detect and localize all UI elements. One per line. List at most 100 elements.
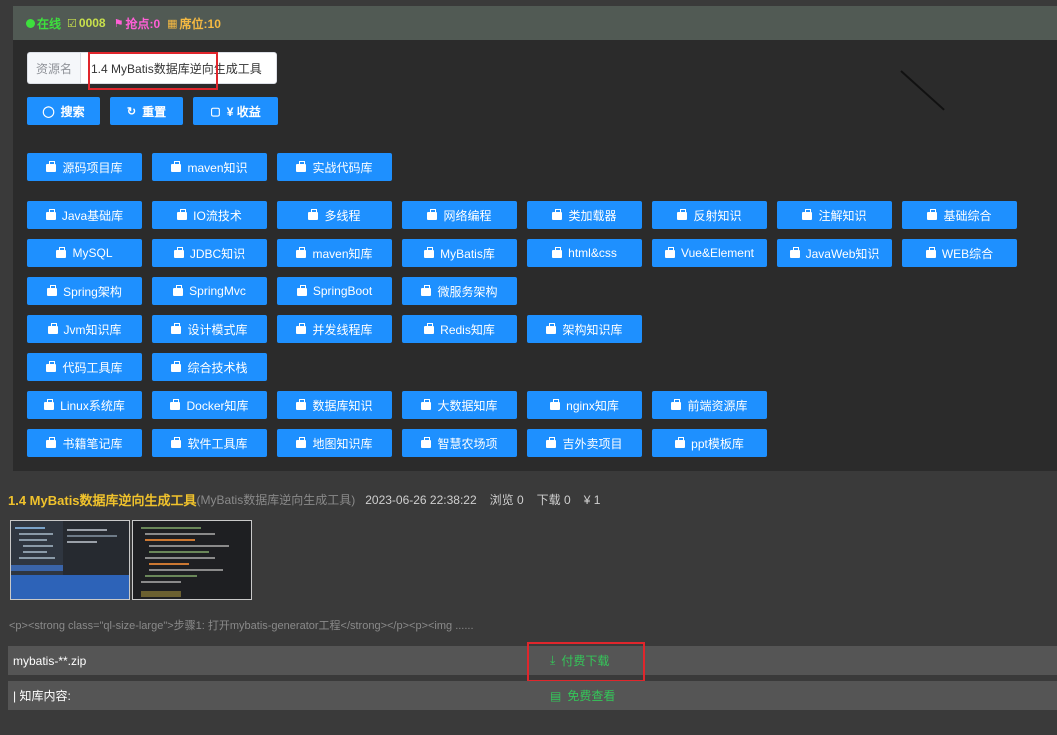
category-button[interactable]: 代码工具库 xyxy=(27,353,142,381)
briefcase-icon xyxy=(296,436,307,448)
briefcase-icon xyxy=(173,284,184,296)
book-icon: ▤ xyxy=(550,688,562,703)
category-button[interactable]: html&css xyxy=(527,239,642,267)
resource-datetime: 2023-06-26 22:38:22 xyxy=(365,492,477,507)
category-button[interactable]: maven知库 xyxy=(277,239,392,267)
briefcase-icon xyxy=(171,322,182,334)
resource-header: 1.4 MyBatis数据库逆向生成工具 (MyBatis数据库逆向生成工具) … xyxy=(8,490,613,509)
download-icon: ⤓ xyxy=(550,653,556,667)
flag-icon: ⚑ xyxy=(113,17,124,30)
main-panel: 资源名 ◯搜索 ↻重置 ▢¥ 收益 源码项目库 maven知识 实战代码库 Java基… xyxy=(13,40,1057,471)
category-button[interactable]: 实战代码库 xyxy=(277,153,392,181)
grab-badge: ⚑ 抢点:0 xyxy=(113,16,161,31)
reset-button[interactable]: ↻ 重置 xyxy=(110,97,183,125)
briefcase-icon xyxy=(802,208,813,220)
search-label: 资源名 xyxy=(27,52,80,84)
ide-screenshot-image xyxy=(11,521,129,599)
briefcase-icon xyxy=(170,398,181,410)
resource-excerpt: <p><strong class="ql-size-large">步骤1: 打开… xyxy=(9,620,474,632)
count-badge: ☑ 0008 xyxy=(67,16,106,30)
online-dot-icon xyxy=(26,18,35,28)
category-button[interactable]: Jvm知识库 xyxy=(27,315,142,343)
category-button[interactable]: Docker知库 xyxy=(152,391,267,419)
file-row: mybatis-**.zip ⤓ 付费下载 xyxy=(8,646,1057,675)
category-button[interactable]: 微服务架构 xyxy=(402,277,517,305)
search-input[interactable] xyxy=(80,52,277,84)
paid-download-link[interactable]: ⤓ 付费下载 xyxy=(550,652,609,669)
category-button[interactable]: 网络编程 xyxy=(402,201,517,229)
category-label: MySQL xyxy=(72,246,113,260)
category-button[interactable]: 综合技术栈 xyxy=(152,353,267,381)
category-button[interactable]: 地图知识库 xyxy=(277,429,392,457)
file-name: mybatis-**.zip xyxy=(13,653,87,668)
free-view-link[interactable]: ▤ 免费查看 xyxy=(550,687,615,704)
category-button[interactable]: Spring架构 xyxy=(27,277,142,305)
briefcase-icon xyxy=(46,360,57,372)
category-button[interactable]: nginx知库 xyxy=(527,391,642,419)
category-label: Java基础库 xyxy=(61,208,124,223)
category-button[interactable]: Vue&Element xyxy=(652,239,767,267)
category-button[interactable]: MySQL xyxy=(27,239,142,267)
briefcase-icon xyxy=(550,398,561,410)
briefcase-icon xyxy=(46,160,57,172)
briefcase-icon xyxy=(171,360,182,372)
briefcase-icon xyxy=(296,160,307,172)
category-button[interactable]: ppt模板库 xyxy=(652,429,767,457)
category-label: 反射知识 xyxy=(693,208,742,223)
category-button[interactable]: 设计模式库 xyxy=(152,315,267,343)
category-button[interactable]: SpringBoot xyxy=(277,277,392,305)
category-label: JDBC知识 xyxy=(189,246,246,261)
grid-icon: ▦ xyxy=(167,17,178,30)
category-button[interactable]: 吉外卖项目 xyxy=(527,429,642,457)
category-button[interactable]: maven知识 xyxy=(152,153,267,181)
category-button[interactable]: JDBC知识 xyxy=(152,239,267,267)
category-button[interactable]: IO流技术 xyxy=(152,201,267,229)
category-button[interactable]: 大数据知库 xyxy=(402,391,517,419)
briefcase-icon xyxy=(177,208,188,220)
category-label: 实战代码库 xyxy=(312,160,373,175)
category-button[interactable]: 前端资源库 xyxy=(652,391,767,419)
screenshot-thumbnail-2[interactable] xyxy=(132,520,252,600)
resource-views: 浏览 0 xyxy=(489,493,524,507)
category-button[interactable]: 架构知识库 xyxy=(527,315,642,343)
category-button[interactable]: 智慧农场项 xyxy=(402,429,517,457)
category-button[interactable]: 反射知识 xyxy=(652,201,767,229)
category-button[interactable]: SpringMvc xyxy=(152,277,267,305)
category-button[interactable]: 基础综合 xyxy=(902,201,1017,229)
briefcase-icon xyxy=(671,398,682,410)
category-button[interactable]: Redis知库 xyxy=(402,315,517,343)
category-button[interactable]: 注解知识 xyxy=(777,201,892,229)
category-button[interactable]: Java基础库 xyxy=(27,201,142,229)
resource-subtitle: (MyBatis数据库逆向生成工具) xyxy=(196,493,356,507)
briefcase-icon xyxy=(421,284,432,296)
search-button[interactable]: ◯ 搜索 xyxy=(27,97,100,125)
briefcase-icon xyxy=(296,398,307,410)
resource-title[interactable]: 1.4 MyBatis数据库逆向生成工具 xyxy=(8,490,197,509)
code-screenshot-image xyxy=(133,521,251,599)
category-label: IO流技术 xyxy=(193,208,242,223)
category-label: 综合技术栈 xyxy=(187,360,248,375)
category-button[interactable]: WEB综合 xyxy=(902,239,1017,267)
category-button[interactable]: 类加载器 xyxy=(527,201,642,229)
category-label: html&css xyxy=(568,246,617,260)
category-label: Docker知库 xyxy=(186,398,249,413)
briefcase-icon xyxy=(308,208,319,220)
screenshot-thumbnail-1[interactable] xyxy=(10,520,130,600)
category-label: Redis知库 xyxy=(440,322,495,337)
category-button[interactable]: Linux系统库 xyxy=(27,391,142,419)
category-label: 注解知识 xyxy=(818,208,867,223)
category-button[interactable]: 并发线程库 xyxy=(277,315,392,343)
category-button[interactable]: 软件工具库 xyxy=(152,429,267,457)
category-button[interactable]: 多线程 xyxy=(277,201,392,229)
income-button[interactable]: ▢ ¥ 收益 xyxy=(193,97,278,125)
category-button[interactable]: JavaWeb知识 xyxy=(777,239,892,267)
edit-icon: ☑ xyxy=(67,17,77,30)
briefcase-icon xyxy=(171,436,182,448)
briefcase-icon xyxy=(552,246,563,258)
category-button[interactable]: 源码项目库 xyxy=(27,153,142,181)
category-button[interactable]: MyBatis库 xyxy=(402,239,517,267)
category-button[interactable]: 数据库知识 xyxy=(277,391,392,419)
category-button[interactable]: 书籍笔记库 xyxy=(27,429,142,457)
briefcase-icon xyxy=(424,246,435,258)
category-label: 代码工具库 xyxy=(62,360,123,375)
